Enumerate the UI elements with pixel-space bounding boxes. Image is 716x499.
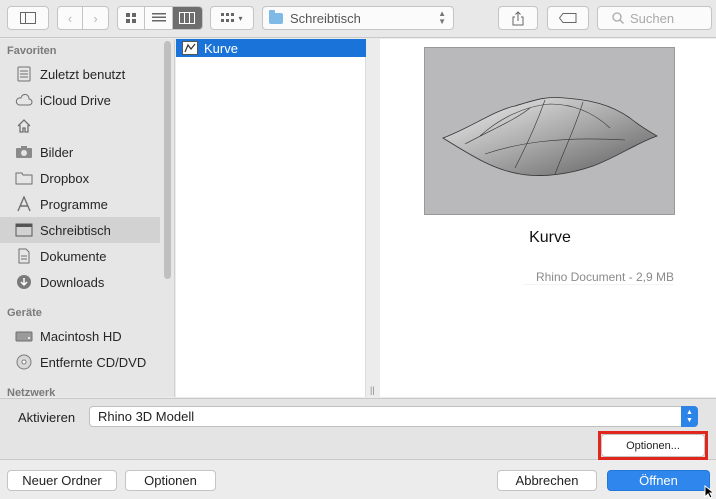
cancel-button[interactable]: Abbrechen (497, 470, 597, 491)
highlight-box (598, 431, 708, 460)
sidebar-icon (20, 12, 36, 24)
preview-file-info: Rhino Document - 2,9 MB (535, 270, 674, 284)
sidebar-item-label: Schreibtisch (40, 222, 111, 238)
share-icon (512, 10, 524, 25)
arrange-grid-icon (221, 13, 235, 22)
sidebar-item-label: Programme (40, 196, 108, 212)
disc-icon (14, 353, 34, 371)
back-button[interactable]: ‹ (58, 7, 84, 29)
icon-view-button[interactable] (118, 7, 146, 29)
search-field[interactable]: Suchen (597, 6, 712, 30)
forward-button[interactable]: › (83, 7, 108, 29)
desktop-icon (14, 221, 34, 239)
sidebar-item-label: Bilder (40, 144, 74, 160)
format-select[interactable]: Rhino 3D Modell ▲ ▼ (89, 406, 698, 427)
options-button[interactable]: Optionen (125, 470, 216, 491)
tag-icon (559, 13, 577, 23)
toolbar: ‹ › ▾ Schreibtisch ▲ ▼ Suchen (0, 0, 716, 38)
sidebar-item-recents[interactable]: Zuletzt benutzt (0, 61, 160, 87)
sidebar-item-remote-disc[interactable]: Entfernte CD/DVD (0, 349, 160, 375)
updown-arrows-icon: ▲ ▼ (681, 406, 698, 427)
preview-pane: Kurve Rhino Document - 2,9 MB (380, 39, 716, 397)
grid-icon (126, 13, 137, 23)
new-folder-button[interactable]: Neuer Ordner (7, 470, 117, 491)
share-button[interactable] (498, 6, 538, 30)
camera-icon (14, 143, 34, 161)
arrange-button[interactable]: ▾ (210, 6, 254, 30)
navigation-buttons: ‹ › (57, 6, 109, 30)
chevron-left-icon: ‹ (67, 10, 73, 26)
sidebar-item-label: Dropbox (40, 170, 90, 186)
sidebar-scrollbar[interactable] (164, 41, 171, 279)
devices-header: Geräte (7, 307, 42, 319)
dialog-footer: Neuer Ordner Optionen Abbrechen Öffnen (0, 461, 716, 499)
sidebar-item-label: Zuletzt benutzt (40, 66, 126, 82)
chevron-right-icon: › (93, 10, 98, 26)
sidebar-item-desktop[interactable]: Schreibtisch (0, 217, 160, 243)
sidebar-item-label: iCloud Drive (40, 92, 111, 108)
downloads-icon (14, 273, 34, 291)
file-column: Kurve (176, 39, 366, 397)
sidebar-item-pictures[interactable]: Bilder (0, 139, 160, 165)
sidebar-item-downloads[interactable]: Downloads (0, 269, 160, 295)
file-name: Kurve (204, 40, 238, 56)
chevron-down-icon: ▾ (238, 13, 243, 23)
location-label: Schreibtisch (290, 10, 361, 26)
sidebar-item-label: Downloads (40, 274, 105, 290)
enable-label: Aktivieren (18, 410, 76, 425)
search-icon (612, 12, 624, 24)
network-header: Netzwerk (7, 387, 56, 397)
format-select-value: Rhino 3D Modell (98, 409, 195, 424)
location-popup[interactable]: Schreibtisch ▲ ▼ (262, 6, 454, 30)
harddisk-icon (14, 327, 34, 345)
sidebar-item-dropbox[interactable]: Dropbox (0, 165, 160, 191)
sidebar-item-macintosh-hd[interactable]: Macintosh HD (0, 323, 160, 349)
search-placeholder: Suchen (630, 10, 675, 26)
favorites-header: Favoriten (7, 45, 57, 57)
columns-icon (179, 12, 196, 24)
sidebar-item-label: Dokumente (40, 248, 107, 264)
sidebar: Favoriten Zuletzt benutzt iCloud Drive B… (0, 39, 175, 397)
column-resize-handle[interactable]: || (370, 385, 375, 395)
list-view-button[interactable] (145, 7, 173, 29)
applications-icon (14, 195, 34, 213)
sidebar-item-label: Entfernte CD/DVD (40, 354, 147, 370)
sidebar-item-icloud[interactable]: iCloud Drive (0, 87, 160, 113)
file-preview-image (424, 47, 675, 215)
format-options-bar: Aktivieren Rhino 3D Modell ▲ ▼ Optionen..… (0, 398, 716, 460)
folder-icon (269, 9, 283, 24)
mouse-cursor-icon (704, 485, 716, 499)
list-icon (151, 13, 166, 22)
sidebar-item-label: Macintosh HD (40, 328, 122, 344)
sidebar-toggle-button[interactable] (7, 6, 49, 30)
home-icon (14, 117, 34, 135)
sidebar-item-documents[interactable]: Dokumente (0, 243, 160, 269)
updown-arrows-icon: ▲ ▼ (438, 9, 446, 26)
file-row[interactable]: Kurve (176, 39, 366, 57)
cloud-icon (14, 91, 34, 109)
documents-icon (14, 247, 34, 265)
view-mode-buttons (117, 6, 203, 30)
column-view-button[interactable] (172, 7, 202, 29)
tag-button[interactable] (547, 6, 589, 30)
open-button[interactable]: Öffnen (607, 470, 710, 491)
sidebar-item-applications[interactable]: Programme (0, 191, 160, 217)
sidebar-item-home[interactable] (0, 113, 160, 139)
divider (524, 284, 674, 285)
rhino-file-icon (182, 41, 198, 55)
folder-icon (14, 169, 34, 187)
preview-file-name: Kurve (529, 229, 571, 246)
recents-icon (14, 65, 34, 83)
